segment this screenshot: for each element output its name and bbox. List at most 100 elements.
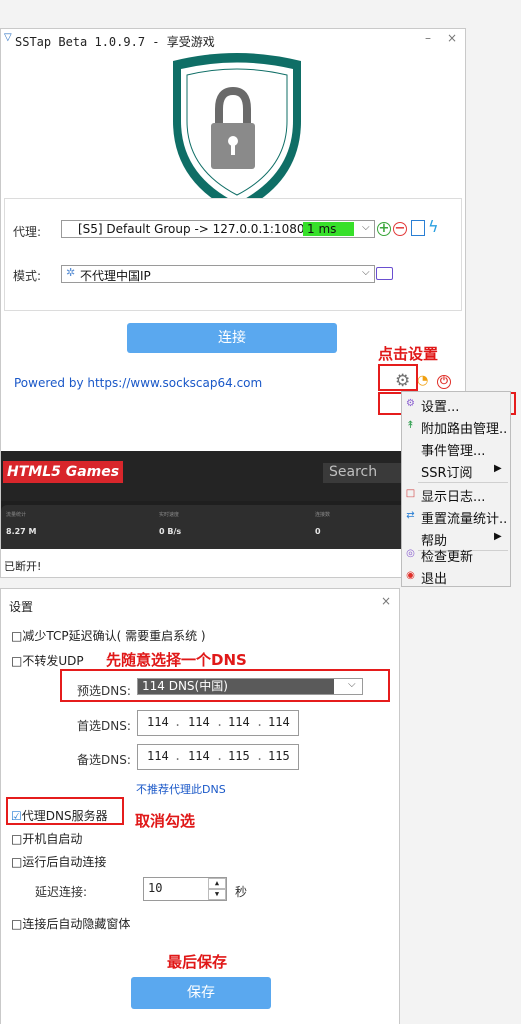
mode-value: 不代理中国IP — [80, 269, 151, 283]
ip-octet[interactable]: 115 — [268, 749, 290, 763]
banner-search-box[interactable]: Search — [323, 463, 403, 483]
checkbox-icon[interactable]: □ — [11, 855, 22, 869]
delay-value[interactable]: 10 — [148, 881, 162, 895]
speed-stat-value: 0 B/s — [159, 527, 182, 536]
gear-icon: ⚙ — [406, 398, 415, 409]
secondary-dns-label: 备选DNS: — [77, 753, 131, 767]
edit-proxy-icon[interactable] — [411, 220, 425, 236]
settings-title: 设置 — [9, 600, 34, 614]
ip-octet[interactable]: 114 — [188, 715, 210, 729]
checkbox-icon[interactable]: □ — [11, 832, 22, 846]
context-menu: ⚙ 设置... ↟ 附加路由管理.. 事件管理... SSR订阅 ▶ □ 显示日… — [401, 391, 511, 587]
reduce-tcp-checkbox[interactable]: □减少TCP延迟确认( 需要重启系统 ) — [11, 627, 206, 644]
chevron-down-icon[interactable]: ⌵ — [362, 267, 370, 278]
autohide-checkbox[interactable]: □连接后自动隐藏窗体 — [11, 915, 130, 932]
highlight-proxy-dns-box — [6, 797, 124, 825]
html5-games-logo: HTML5 Games — [3, 461, 124, 483]
ip-octet[interactable]: 114 — [147, 715, 169, 729]
ad-banner[interactable]: HTML5 Games Search — [1, 451, 465, 501]
autoconnect-label: 运行后自动连接 — [22, 855, 107, 869]
stats-bar: 流量统计 8.27 M 实时速度 0 B/s 连接数 0 — [1, 501, 465, 549]
rules-icon[interactable] — [376, 267, 393, 280]
menu-item-label: 重置流量统计.. — [421, 512, 508, 527]
power-icon[interactable]: ⏻ — [437, 375, 451, 389]
lightning-test-icon[interactable]: ϟ — [428, 217, 439, 236]
ip-octet[interactable]: 114 — [147, 749, 169, 763]
menu-item-check-update[interactable]: ◎ 检查更新 — [402, 543, 510, 565]
speed-stat-label: 实时速度 — [159, 512, 180, 518]
checkbox-icon[interactable]: □ — [11, 917, 22, 931]
annotation-save-last: 最后保存 — [167, 953, 228, 971]
menu-item-event-manager[interactable]: 事件管理... — [402, 437, 510, 459]
no-udp-checkbox[interactable]: □不转发UDP — [11, 652, 84, 669]
delay-stepper[interactable]: 10 ▲ ▼ — [143, 877, 227, 901]
update-icon: ◎ — [406, 548, 415, 559]
not-recommended-note: 不推荐代理此DNS — [136, 783, 226, 796]
mode-select[interactable]: ✲ 不代理中国IP ⌵ — [61, 265, 375, 283]
traffic-stat-value: 8.27 M — [6, 527, 37, 536]
ip-octet[interactable]: 114 — [188, 749, 210, 763]
star-icon: ✲ — [66, 266, 76, 279]
menu-item-label: 设置... — [421, 400, 460, 415]
log-icon: □ — [405, 488, 416, 499]
window-title: SSTap Beta 1.0.9.7 - 享受游戏 — [15, 35, 215, 49]
menu-item-label: 检查更新 — [421, 550, 474, 565]
close-button[interactable]: × — [447, 31, 457, 45]
main-window: ▽ SSTap Beta 1.0.9.7 - 享受游戏 – × 代理: [S5]… — [0, 28, 466, 578]
chevron-down-icon[interactable]: ⌵ — [362, 222, 370, 233]
rss-icon[interactable]: ◔ — [417, 373, 428, 388]
autoconnect-checkbox[interactable]: □运行后自动连接 — [11, 853, 106, 870]
menu-item-label: 附加路由管理.. — [421, 422, 508, 437]
menu-item-route-manager[interactable]: ↟ 附加路由管理.. — [402, 415, 510, 437]
ip-octet[interactable]: 114 — [268, 715, 290, 729]
traffic-stat-label: 流量统计 — [6, 512, 27, 518]
checkbox-icon[interactable]: □ — [11, 629, 22, 643]
shield-lock-icon — [173, 53, 301, 213]
submenu-arrow-icon: ▶ — [494, 531, 502, 542]
submenu-arrow-icon: ▶ — [494, 463, 502, 474]
settings-close-button[interactable]: × — [381, 594, 391, 608]
menu-item-exit[interactable]: ◉ 退出 — [402, 565, 510, 587]
menu-item-show-log[interactable]: □ 显示日志... — [402, 483, 510, 505]
autostart-checkbox[interactable]: □开机自启动 — [11, 830, 82, 847]
save-button[interactable]: 保存 — [131, 977, 271, 1009]
stepper-up-icon[interactable]: ▲ — [208, 878, 226, 889]
title-bar: ▽ SSTap Beta 1.0.9.7 - 享受游戏 – × — [1, 29, 465, 51]
proxy-settings-panel: 代理: [S5] Default Group -> 127.0.0.1:1080… — [4, 198, 462, 311]
secondary-dns-input[interactable]: 114 . 114 . 115 . 115 — [137, 744, 299, 770]
minimize-button[interactable]: – — [425, 31, 431, 45]
mode-label: 模式: — [13, 269, 42, 283]
reduce-tcp-label: 减少TCP延迟确认( 需要重启系统 ) — [22, 629, 206, 643]
remove-proxy-icon[interactable]: − — [393, 222, 407, 236]
menu-item-ssr-subscription[interactable]: SSR订阅 ▶ — [402, 459, 510, 481]
ip-octet[interactable]: 114 — [228, 715, 250, 729]
annotation-uncheck: 取消勾选 — [135, 812, 196, 830]
highlight-preset-dns-box — [60, 669, 390, 702]
exit-icon: ◉ — [406, 570, 415, 581]
annotation-choose-dns: 先随意选择一个DNS — [106, 651, 247, 669]
primary-dns-input[interactable]: 114 . 114 . 114 . 114 — [137, 710, 299, 736]
latency-indicator: 1 ms — [303, 222, 354, 236]
menu-item-reset-traffic[interactable]: ⇄ 重置流量统计.. — [402, 505, 510, 527]
highlight-gear-box — [378, 364, 418, 391]
shield-app-icon: ▽ — [4, 32, 12, 43]
proxy-value: [S5] Default Group -> 127.0.0.1:1080 — [78, 222, 305, 236]
connections-stat-value: 0 — [315, 527, 321, 536]
delay-unit: 秒 — [235, 885, 248, 899]
stepper-down-icon[interactable]: ▼ — [208, 889, 226, 900]
connections-stat-label: 连接数 — [315, 512, 331, 518]
menu-item-label: 退出 — [421, 572, 448, 587]
reset-icon: ⇄ — [406, 510, 415, 521]
checkbox-icon[interactable]: □ — [11, 654, 22, 668]
annotation-click-settings: 点击设置 — [378, 345, 439, 363]
delay-label: 延迟连接: — [35, 885, 88, 899]
autostart-label: 开机自启动 — [22, 832, 83, 846]
proxy-select[interactable]: [S5] Default Group -> 127.0.0.1:1080 1 m… — [61, 220, 375, 238]
menu-item-settings[interactable]: ⚙ 设置... — [402, 393, 510, 415]
banner-search-placeholder: Search — [329, 464, 378, 480]
powered-by-link[interactable]: Powered by https://www.sockscap64.com — [14, 376, 262, 390]
ip-octet[interactable]: 115 — [228, 749, 250, 763]
primary-dns-label: 首选DNS: — [77, 719, 131, 733]
add-proxy-icon[interactable]: + — [377, 222, 391, 236]
connect-button[interactable]: 连接 — [127, 323, 337, 353]
